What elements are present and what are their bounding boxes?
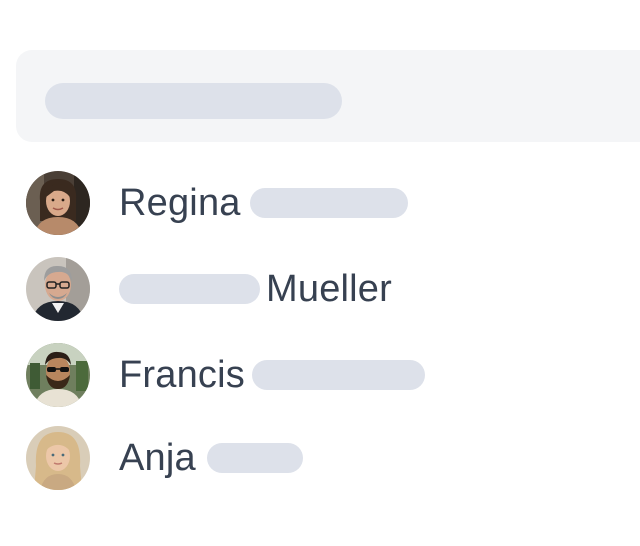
last-name-skeleton (206, 443, 303, 473)
avatar-regina-image (26, 171, 90, 235)
people-list: Regina Mueller Francis Anja (0, 0, 640, 546)
avatar (26, 426, 90, 490)
last-name-skeleton (249, 188, 408, 218)
person-row-anja[interactable]: Anja (26, 426, 303, 490)
avatar (26, 343, 90, 407)
person-row-regina[interactable]: Regina (26, 171, 408, 235)
avatar-francis-image (26, 343, 90, 407)
last-name-skeleton (251, 360, 425, 390)
avatar-anja-image (26, 426, 90, 490)
person-first-name: Anja (119, 437, 196, 479)
person-first-name: Regina (119, 182, 241, 224)
avatar (26, 257, 90, 321)
avatar-mueller-image (26, 257, 90, 321)
person-row-francis[interactable]: Francis (26, 343, 425, 407)
first-name-skeleton (119, 274, 260, 304)
avatar (26, 171, 90, 235)
person-last-name: Mueller (266, 268, 392, 310)
person-first-name: Francis (119, 354, 245, 396)
person-row-mueller[interactable]: Mueller (26, 257, 392, 321)
